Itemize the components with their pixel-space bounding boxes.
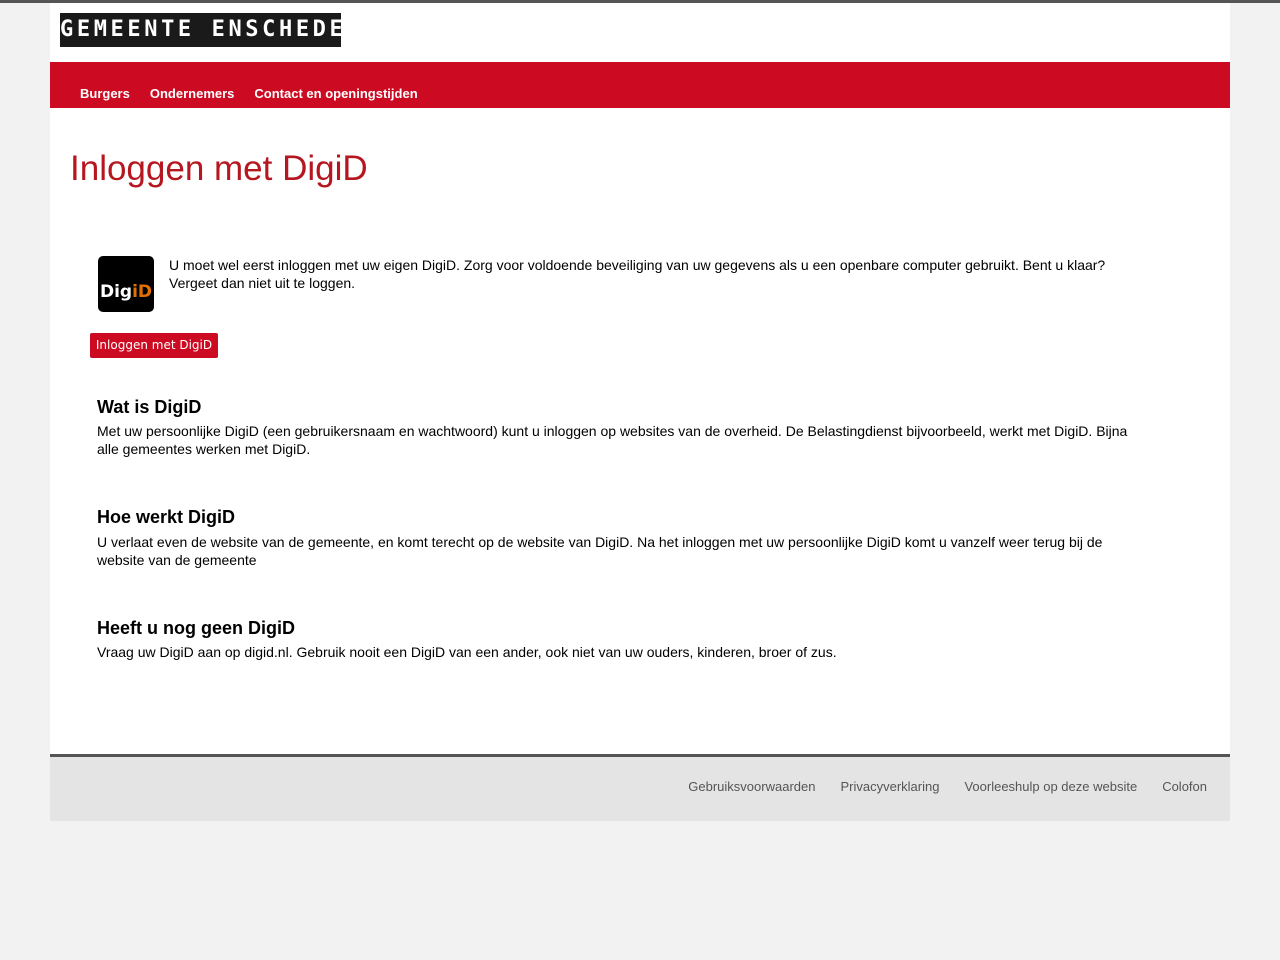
footer-link-voorleeshulp[interactable]: Voorleeshulp op deze website: [964, 779, 1137, 794]
digid-logo-icon: DigiD: [98, 256, 154, 312]
nav-item-contact[interactable]: Contact en openingstijden: [254, 86, 417, 108]
nav-item-burgers[interactable]: Burgers: [80, 86, 130, 108]
page-container: GEMEENTE ENSCHEDE Burgers Ondernemers Co…: [50, 3, 1230, 754]
intro-text: U moet wel eerst inloggen met uw eigen D…: [169, 257, 1106, 291]
digid-logo-text-orange: iD: [132, 282, 153, 302]
section-heading: Wat is DigiD: [97, 397, 202, 417]
section-geen-digid: Heeft u nog geen DigiD Vraag uw DigiD aa…: [97, 617, 1137, 661]
section-hoe-werkt-digid: Hoe werkt DigiD U verlaat even de websit…: [97, 506, 1137, 569]
login-digid-button[interactable]: Inloggen met DigiD: [90, 333, 218, 358]
section-wat-is-digid: Wat is DigiD Met uw persoonlijke DigiD (…: [97, 396, 1137, 458]
site-header: GEMEENTE ENSCHEDE: [50, 3, 1230, 62]
footer-link-gebruiksvoorwaarden[interactable]: Gebruiksvoorwaarden: [688, 779, 815, 794]
nav-item-ondernemers[interactable]: Ondernemers: [150, 86, 235, 108]
section-text: Met uw persoonlijke DigiD (een gebruiker…: [97, 423, 1128, 457]
section-text: U verlaat even de website van de gemeent…: [97, 534, 1103, 568]
section-heading: Heeft u nog geen DigiD: [97, 618, 295, 638]
footer-link-privacyverklaring[interactable]: Privacyverklaring: [840, 779, 939, 794]
main-navigation: Burgers Ondernemers Contact en openingst…: [50, 62, 1230, 108]
page-title: Inloggen met DigiD: [70, 149, 368, 188]
footer-link-colofon[interactable]: Colofon: [1162, 779, 1207, 794]
gemeente-enschede-logo[interactable]: GEMEENTE ENSCHEDE: [60, 13, 341, 47]
section-heading: Hoe werkt DigiD: [97, 507, 236, 527]
section-text: Vraag uw DigiD aan op digid.nl. Gebruik …: [97, 644, 837, 660]
site-footer: Gebruiksvoorwaarden Privacyverklaring Vo…: [50, 754, 1230, 821]
digid-logo-text-white: Dig: [99, 282, 133, 302]
